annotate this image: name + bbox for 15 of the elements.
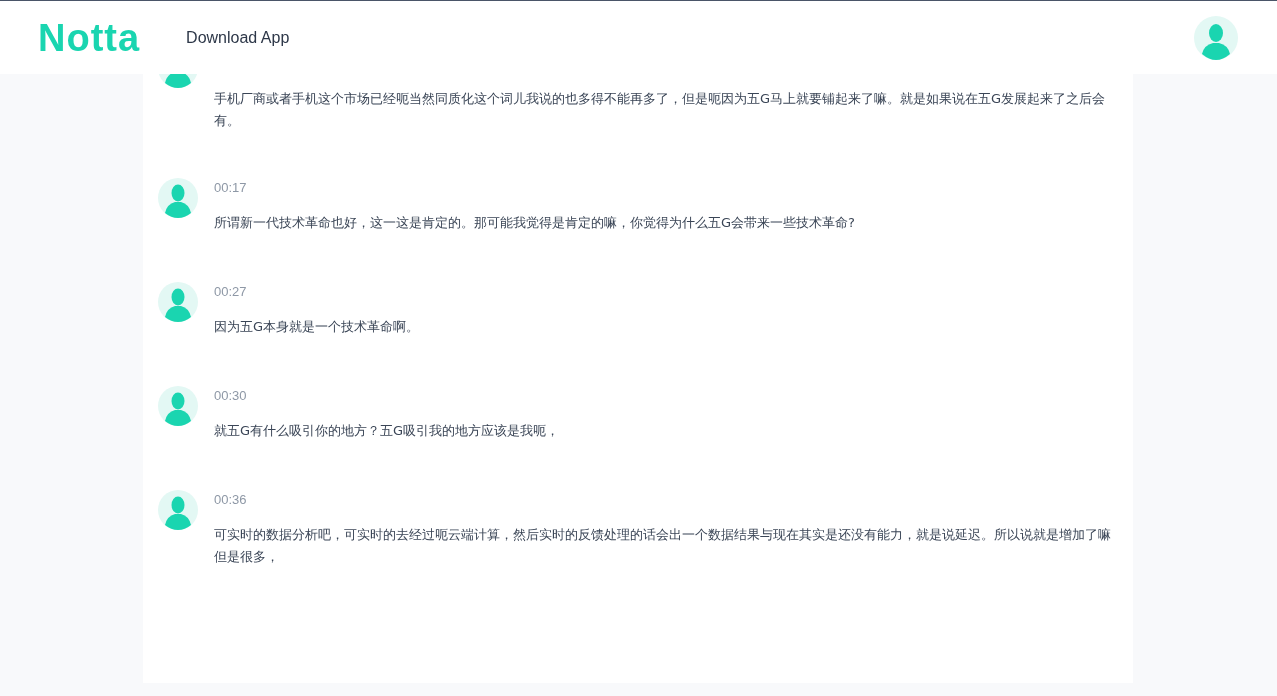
transcript-text: 手机厂商或者手机这个市场已经呃当然同质化这个词儿我说的也多得不能再多了，但是呃因为五G马上就要铺起来了嘛。就是如果说在五G发展起来了之后会有。 [214,90,1107,130]
speaker-avatar-icon [158,178,198,218]
speaker-avatar-icon [158,282,198,322]
transcript-text: 就五G有什么吸引你的地方？五G吸引我的地方应该是我呃， [214,422,561,440]
download-app-link[interactable]: Download App [186,28,290,47]
timestamp: 00:30 [214,388,248,405]
transcript-text: 因为五G本身就是一个技术革命啊。 [214,318,421,336]
user-avatar-icon[interactable] [1194,15,1238,60]
speaker-avatar-icon [158,386,198,426]
timestamp: 00:27 [214,284,248,301]
timestamp: 00:36 [214,492,248,509]
timestamp: 00:17 [214,180,248,197]
speaker-avatar-icon [158,490,198,530]
transcript-text: 可实时的数据分析吧，可实时的去经过呃云端计算，然后实时的反馈处理的话会出一个数据结果与现在其实是还没有能力，就是说延迟。所以说就是增加了嘛但是很多， [214,526,1112,566]
transcript-text: 所谓新一代技术革命也好，这一这是肯定的。那可能我觉得是肯定的嘛，你觉得为什么五G会带来一些技术革命? [214,214,856,232]
